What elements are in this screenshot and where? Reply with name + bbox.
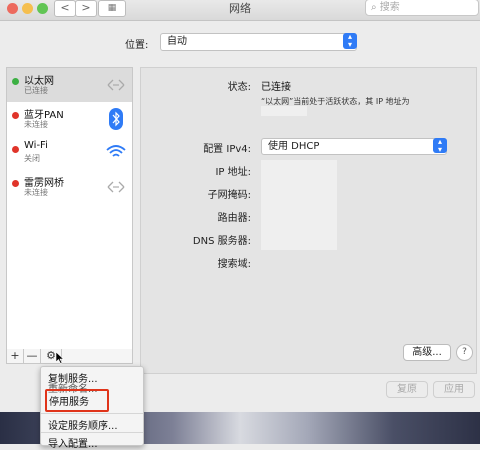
title-bar: < > ▦ 网络 ⌕ 搜索 bbox=[0, 0, 480, 21]
service-wifi[interactable]: Wi-Fi 关闭 bbox=[7, 136, 132, 170]
ipv4-config-value: 使用 DHCP bbox=[268, 141, 320, 152]
status-value: 已连接 bbox=[261, 82, 291, 93]
menu-separator bbox=[41, 413, 143, 414]
status-dot-red bbox=[12, 146, 19, 153]
menu-item-set-service-order[interactable]: 设定服务顺序... bbox=[48, 417, 118, 432]
ip-address-label: IP 地址: bbox=[215, 167, 251, 178]
service-context-menu: 复制服务... 重新命名... 停用服务 设定服务顺序... 导入配置... bbox=[40, 366, 144, 450]
status-label: 状态: bbox=[227, 82, 251, 93]
service-bluetooth-pan[interactable]: 蓝牙PAN 未连接 bbox=[7, 102, 132, 136]
advanced-button[interactable]: 高级... bbox=[403, 344, 451, 361]
detail-panel: 状态: 已连接 “以太网”当前处于活跃状态，其 IP 地址为 配置 IPv4: … bbox=[140, 67, 477, 374]
service-status: 已连接 bbox=[24, 86, 48, 95]
apply-button[interactable]: 应用 bbox=[433, 381, 475, 398]
help-button[interactable]: ? bbox=[456, 344, 473, 361]
mouse-cursor-icon bbox=[56, 352, 64, 364]
service-status: 未连接 bbox=[24, 120, 48, 129]
dns-server-label: DNS 服务器: bbox=[192, 236, 251, 247]
search-placeholder: 搜索 bbox=[379, 2, 400, 13]
service-name: Wi-Fi bbox=[24, 140, 48, 151]
router-label: 路由器: bbox=[217, 213, 251, 224]
select-stepper-icon: ▴ ▾ bbox=[343, 33, 357, 49]
service-list: 以太网 已连接 蓝牙PAN 未连接 Wi-Fi 关闭 雷雳网桥 未连接 bbox=[6, 67, 133, 351]
ipv4-config-select[interactable]: 使用 DHCP ▴ ▾ bbox=[261, 138, 447, 155]
menu-item-disable-service[interactable]: 停用服务 bbox=[49, 393, 89, 408]
status-dot-red bbox=[12, 112, 19, 119]
location-select[interactable]: 自动 ▴ ▾ bbox=[160, 33, 357, 51]
search-domain-label: 搜索域: bbox=[217, 259, 251, 270]
menu-item-import-configurations[interactable]: 导入配置... bbox=[48, 435, 98, 450]
service-status: 关闭 bbox=[24, 154, 40, 163]
location-label: 位置: bbox=[125, 40, 149, 51]
thunderbolt-bridge-icon bbox=[107, 181, 125, 193]
status-dot-green bbox=[12, 78, 19, 85]
remove-service-button[interactable]: — bbox=[24, 349, 41, 363]
bluetooth-icon bbox=[109, 108, 123, 130]
redacted-ip bbox=[261, 106, 307, 116]
status-dot-red bbox=[12, 180, 19, 187]
redacted-values bbox=[261, 160, 337, 250]
subnet-mask-label: 子网掩码: bbox=[207, 190, 251, 201]
service-status: 未连接 bbox=[24, 188, 48, 197]
search-icon: ⌕ bbox=[371, 2, 377, 13]
revert-button[interactable]: 复原 bbox=[386, 381, 428, 398]
search-input[interactable]: ⌕ 搜索 bbox=[365, 0, 479, 16]
service-ethernet[interactable]: 以太网 已连接 bbox=[7, 68, 132, 102]
location-value: 自动 bbox=[167, 36, 187, 47]
service-thunderbolt-bridge[interactable]: 雷雳网桥 未连接 bbox=[7, 170, 132, 204]
service-list-toolbar: + — ⚙ bbox=[6, 349, 133, 364]
ipv4-config-label: 配置 IPv4: bbox=[203, 144, 251, 155]
wifi-icon bbox=[106, 145, 126, 157]
add-service-button[interactable]: + bbox=[7, 349, 24, 363]
ethernet-icon bbox=[107, 79, 125, 91]
menu-separator bbox=[41, 432, 143, 433]
select-stepper-icon: ▴ ▾ bbox=[433, 138, 447, 154]
